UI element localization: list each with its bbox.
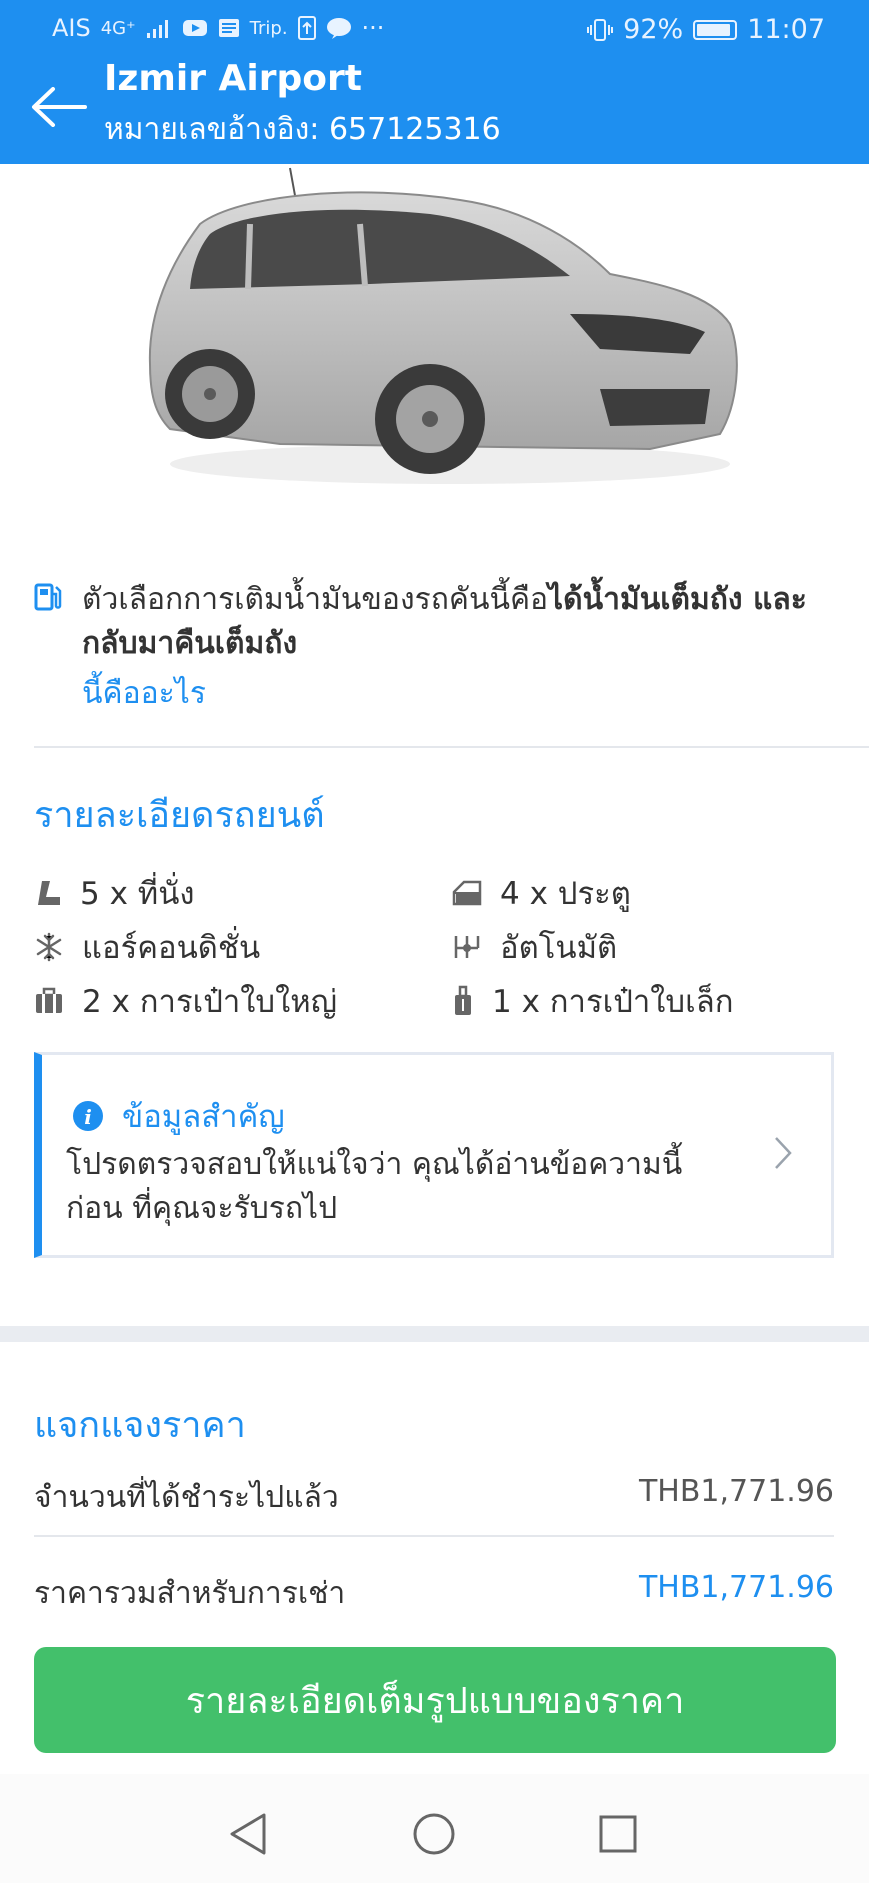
battery-icon [693,19,738,40]
price-row-paid: จำนวนที่ได้ชำระไปแล้ว THB1,771.96 [34,1474,834,1518]
paid-value: THB1,771.96 [638,1474,834,1509]
carrier-label: AIS [52,14,91,42]
total-value: THB1,771.96 [638,1570,834,1605]
spec-text: 5 x ที่นั่ง [80,876,195,912]
door-icon [452,880,482,906]
price-breakdown-title: แจกแจงราคา [34,1405,246,1446]
price-row-total: ราคารวมสำหรับการเช่า THB1,771.96 [34,1570,834,1614]
status-left: AIS 4G⁺ Trip. ··· [52,14,384,42]
nav-back-icon [230,1813,266,1855]
trip-app-icon: Trip. [249,17,288,39]
important-info-header: i ข้อมูลสำคัญ [72,1091,285,1141]
gearshift-icon [454,936,480,958]
large-suitcase-icon [36,987,62,1013]
spec-doors: 4 x ประตู [452,868,631,918]
important-info-card[interactable]: i ข้อมูลสำคัญ โปรดตรวจสอบให้แน่ใจว่า คุณ… [34,1052,834,1258]
chevron-right-icon [775,1137,792,1169]
status-bar: AIS 4G⁺ Trip. ··· 92% 11:07 [0,0,869,58]
system-nav-bar [0,1774,869,1883]
nav-recents-icon [599,1815,637,1853]
spec-small-bags: 1 x การเป๋าใบเล็ก [452,976,733,1026]
back-button[interactable] [20,72,96,142]
spec-text: 4 x ประตู [500,876,631,912]
more-notifications: ··· [361,14,385,42]
seat-icon [38,881,60,905]
spec-large-bags: 2 x การเป๋าใบใหญ่ [34,976,337,1026]
nav-home-icon [413,1813,455,1855]
section-separator [0,1326,869,1342]
booking-reference: หมายเลขอ้างอิง: 657125316 [104,112,501,147]
nav-home-button[interactable] [404,1804,464,1864]
paid-label: จำนวนที่ได้ชำระไปแล้ว [34,1480,339,1515]
spec-ac: แอร์คอนดิชั่น [34,922,260,972]
nav-back-button[interactable] [218,1804,278,1864]
small-suitcase-icon [455,985,471,1015]
battery-level [697,23,731,36]
total-label: ราคารวมสำหรับการเช่า [34,1576,346,1611]
news-icon [218,19,239,37]
signal-icon [146,20,168,38]
page-title: Izmir Airport [104,58,362,99]
spec-text: 2 x การเป๋าใบใหญ่ [82,984,338,1020]
divider [34,746,869,748]
youtube-icon [182,20,207,36]
vibrate-icon [587,18,614,41]
back-arrow-icon [32,87,87,127]
spec-text: แอร์คอนดิชั่น [82,930,261,966]
fuel-policy-text: ตัวเลือกการเติมน้ำมันของรถคันนี้คือได้น้… [82,578,842,666]
upload-icon [297,16,316,40]
battery-percent: 92% [623,14,684,45]
spec-text: อัตโนมัติ [500,930,618,966]
fuel-policy-normal: ตัวเลือกการเติมน้ำมันของรถคันนี้คือ [82,582,549,617]
svg-text:i: i [84,1105,92,1129]
status-right: 92% 11:07 [587,14,825,45]
important-info-body: โปรดตรวจสอบให้แน่ใจว่า คุณได้อ่านข้อความ… [66,1147,683,1226]
fuel-policy-info-link[interactable]: นี้คืออะไร [82,670,206,717]
info-icon: i [73,1101,103,1131]
network-label: 4G⁺ [100,17,136,39]
spec-seats: 5 x ที่นั่ง [34,868,195,918]
nav-recents-button[interactable] [588,1804,648,1864]
spec-text: 1 x การเป๋าใบเล็ก [492,984,734,1020]
snowflake-icon [36,932,62,962]
full-price-details-button[interactable]: รายละเอียดเต็มรูปแบบของราคา [34,1647,836,1753]
fuel-pump-icon [34,583,62,611]
car-details-title: รายละเอียดรถยนต์ [34,795,325,836]
clock: 11:07 [747,14,825,45]
line-app-icon [326,18,351,39]
important-info-title: ข้อมูลสำคัญ [122,1099,285,1135]
spec-transmission: อัตโนมัติ [452,922,617,972]
car-image [148,167,738,484]
divider [34,1535,834,1537]
